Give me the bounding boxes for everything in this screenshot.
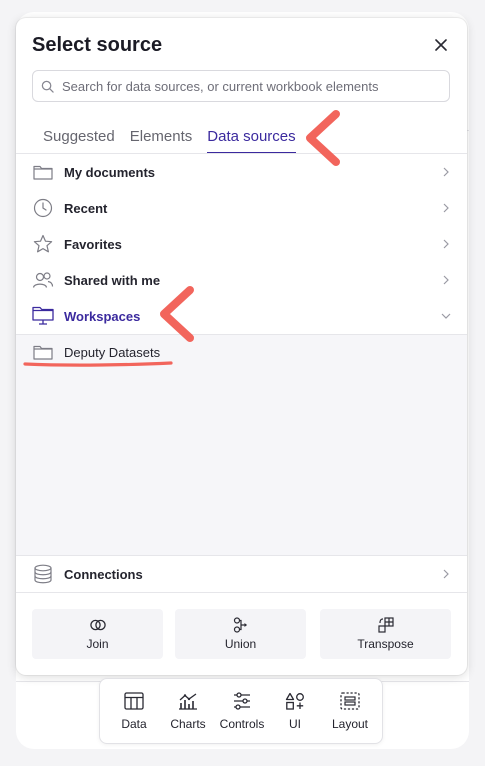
sliders-icon [231,691,253,711]
layout-icon [339,691,361,711]
close-icon [435,39,447,51]
search-box [32,70,450,102]
join-label: Join [86,637,109,651]
workspaces-children: Deputy Datasets [16,334,467,556]
folder-icon [32,161,54,183]
union-label: Union [224,637,257,651]
chevron-right-icon [440,237,452,251]
union-icon [232,617,250,633]
source-item-label: Recent [64,200,108,216]
table-icon [123,691,145,711]
toolbar-label: Charts [170,717,206,731]
star-icon [32,233,54,255]
search-icon [41,80,54,93]
bottom-toolbar: Data Charts Controls UI Layout [99,678,383,744]
search-input[interactable] [62,78,442,94]
workspace-item-label: Deputy Datasets [64,345,161,360]
source-item-label: Favorites [64,236,122,252]
transpose-button[interactable]: Transpose [320,609,451,659]
toolbar-charts-button[interactable]: Charts [163,679,213,743]
join-button[interactable]: Join [32,609,163,659]
divider [16,592,467,593]
chevron-right-icon [440,165,452,179]
transpose-label: Transpose [357,637,414,651]
chevron-right-icon [440,201,452,215]
chevron-right-icon [440,567,452,581]
select-source-dialog: Select source Suggested Elements Data so… [16,18,467,675]
users-icon [32,269,54,291]
workspace-item-deputy-datasets[interactable]: Deputy Datasets [16,335,467,369]
dialog-title: Select source [32,34,163,56]
action-buttons: Join Union Transpose [32,609,451,659]
source-item-recent[interactable]: Recent [16,190,467,226]
clock-icon [32,197,54,219]
transpose-icon [377,617,395,633]
toolbar-ui-button[interactable]: UI [272,679,318,743]
source-tabs: Suggested Elements Data sources [43,128,311,154]
toolbar-controls-button[interactable]: Controls [214,679,270,743]
union-button[interactable]: Union [175,609,306,659]
source-item-label: Workspaces [64,308,141,324]
database-icon [32,563,54,585]
workspace-icon [32,305,54,327]
toolbar-data-button[interactable]: Data [108,679,160,743]
shapes-icon [284,691,306,711]
source-item-favorites[interactable]: Favorites [16,226,467,262]
chevron-right-icon [440,273,452,287]
tab-data-sources[interactable]: Data sources [207,128,296,154]
tab-suggested[interactable]: Suggested [43,128,115,154]
close-button[interactable] [428,32,454,58]
source-item-label: Connections [64,566,143,582]
toolbar-label: Layout [331,717,369,731]
source-item-label: Shared with me [64,272,161,288]
toolbar-label: Controls [219,717,265,731]
chart-icon [177,691,199,711]
toolbar-label: UI [289,717,301,731]
chevron-down-icon [440,309,452,323]
source-item-connections[interactable]: Connections [16,556,467,592]
source-item-shared-with-me[interactable]: Shared with me [16,262,467,298]
source-item-my-documents[interactable]: My documents [16,154,467,190]
toolbar-label: Data [121,717,147,731]
toolbar-layout-button[interactable]: Layout [324,679,376,743]
folder-icon [32,341,54,363]
tab-elements[interactable]: Elements [130,128,193,154]
join-icon [89,617,107,633]
source-item-workspaces[interactable]: Workspaces [16,298,467,334]
source-item-label: My documents [64,164,156,180]
